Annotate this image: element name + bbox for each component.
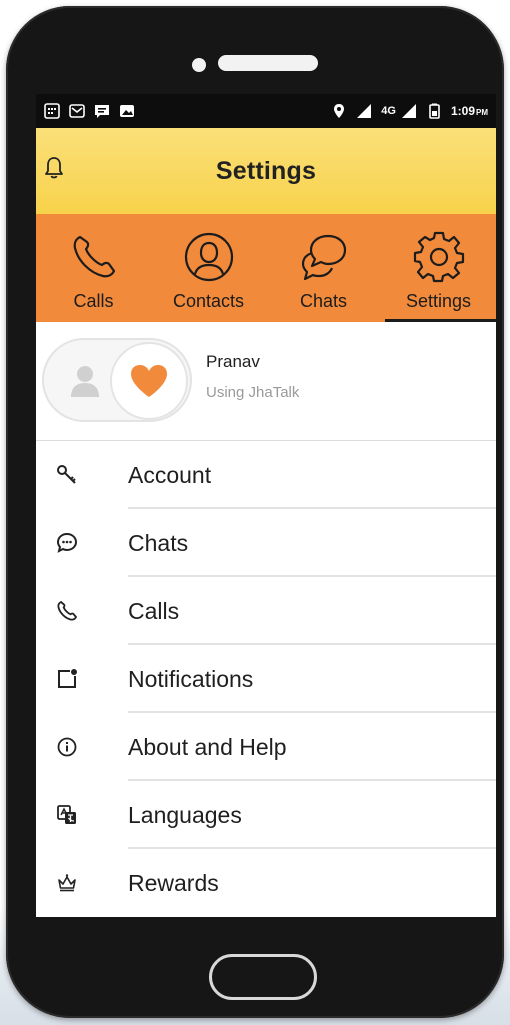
profile-card[interactable]: Pranav Using JhaTalk xyxy=(36,322,496,441)
phone-icon xyxy=(73,235,115,278)
translate-icon xyxy=(57,805,76,824)
network-type: 4G xyxy=(381,105,396,117)
bell-icon[interactable] xyxy=(44,156,64,180)
menu-item-label: Languages xyxy=(128,801,242,828)
message-icon xyxy=(95,105,109,118)
tab-label: Chats xyxy=(299,291,348,311)
image-icon xyxy=(120,105,134,117)
menu-item-label: Calls xyxy=(128,597,180,624)
signal-icon xyxy=(357,104,372,118)
chat-icon xyxy=(301,234,346,281)
tab-contacts[interactable]: Contacts xyxy=(151,214,266,322)
gear-icon xyxy=(413,231,464,283)
page-title: Settings xyxy=(215,156,317,185)
app-header: Settings xyxy=(36,128,496,214)
notification-icon xyxy=(58,669,77,688)
tab-chats[interactable]: Chats xyxy=(266,214,381,322)
menu-item-label: Chats xyxy=(128,529,189,556)
contact-icon xyxy=(184,232,233,282)
crown-icon xyxy=(58,874,76,892)
tab-label: Contacts xyxy=(172,291,245,311)
tab-settings[interactable]: Settings xyxy=(381,214,496,322)
menu-item-label: Rewards xyxy=(128,869,219,896)
menu-item-notifications[interactable]: Notifications xyxy=(36,645,496,713)
signal-icon xyxy=(401,104,416,118)
heart-avatar-icon xyxy=(110,342,188,420)
person-icon xyxy=(71,366,99,397)
menu-item-account[interactable]: Account xyxy=(36,441,496,509)
menu-item-rewards[interactable]: Rewards xyxy=(36,849,496,917)
home-button[interactable] xyxy=(209,954,317,1000)
menu-item-calls[interactable]: Calls xyxy=(36,577,496,645)
tab-label: Calls xyxy=(73,291,114,311)
phone-icon xyxy=(57,600,78,621)
menu-item-chats[interactable]: Chats xyxy=(36,509,496,577)
phone-screen: 4G 1:09PM Settings Calls Contacts Chats … xyxy=(36,94,496,917)
menu-item-about-help[interactable]: About and Help xyxy=(36,713,496,781)
phone-frame: 4G 1:09PM Settings Calls Contacts Chats … xyxy=(6,6,504,1018)
menu-item-label: Notifications xyxy=(128,665,254,692)
mail-icon xyxy=(69,104,85,118)
avatar[interactable] xyxy=(42,338,192,422)
menu-item-label: About and Help xyxy=(128,733,287,760)
earpiece-speaker xyxy=(218,55,318,71)
battery-icon xyxy=(429,103,440,119)
clock: 1:09PM xyxy=(450,104,488,118)
profile-status: Using JhaTalk xyxy=(206,384,300,401)
key-icon xyxy=(57,465,76,484)
calendar-icon xyxy=(44,103,60,119)
menu-item-label: Account xyxy=(128,461,212,488)
status-bar: 4G 1:09PM xyxy=(36,94,496,128)
settings-list: Account Chats Calls Notifications About … xyxy=(36,441,496,917)
tab-label: Settings xyxy=(405,291,472,311)
info-icon xyxy=(57,737,77,757)
location-icon xyxy=(334,104,345,118)
heart-icon xyxy=(131,365,167,397)
menu-item-languages[interactable]: Languages xyxy=(36,781,496,849)
profile-name: Pranav xyxy=(206,352,260,371)
front-camera xyxy=(192,58,206,72)
chat-bubble-icon xyxy=(56,532,78,553)
tab-bar: Calls Contacts Chats Settings xyxy=(36,214,496,322)
tab-calls[interactable]: Calls xyxy=(36,214,151,322)
